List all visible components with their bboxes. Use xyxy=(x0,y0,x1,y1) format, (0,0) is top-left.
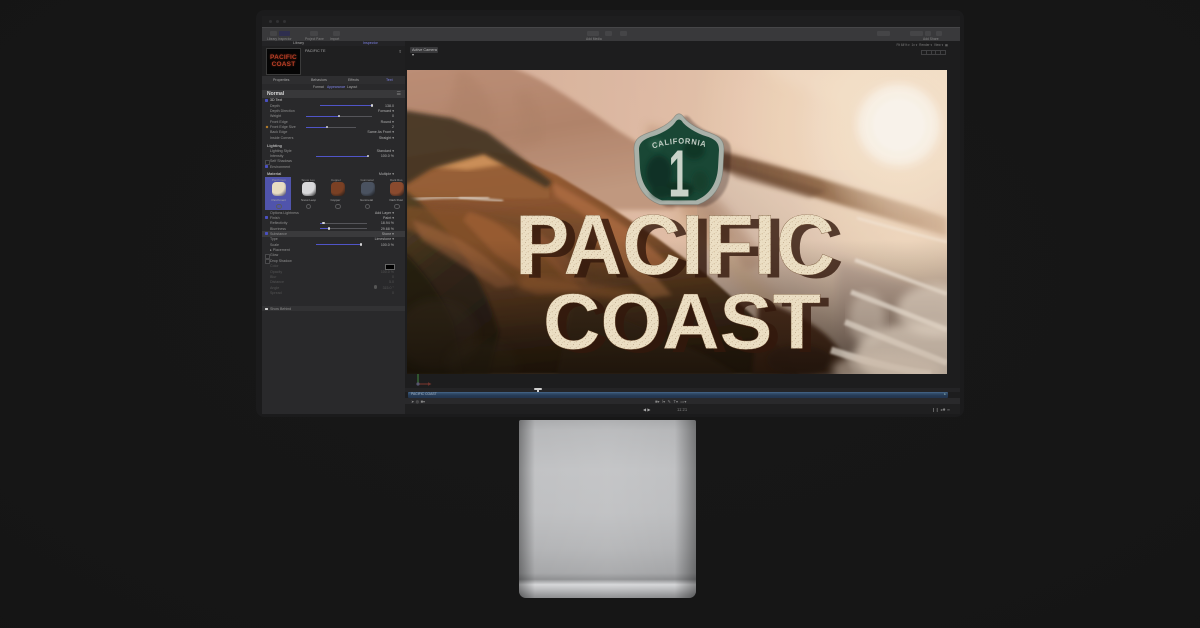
svg-text:COAST: COAST xyxy=(543,277,821,366)
